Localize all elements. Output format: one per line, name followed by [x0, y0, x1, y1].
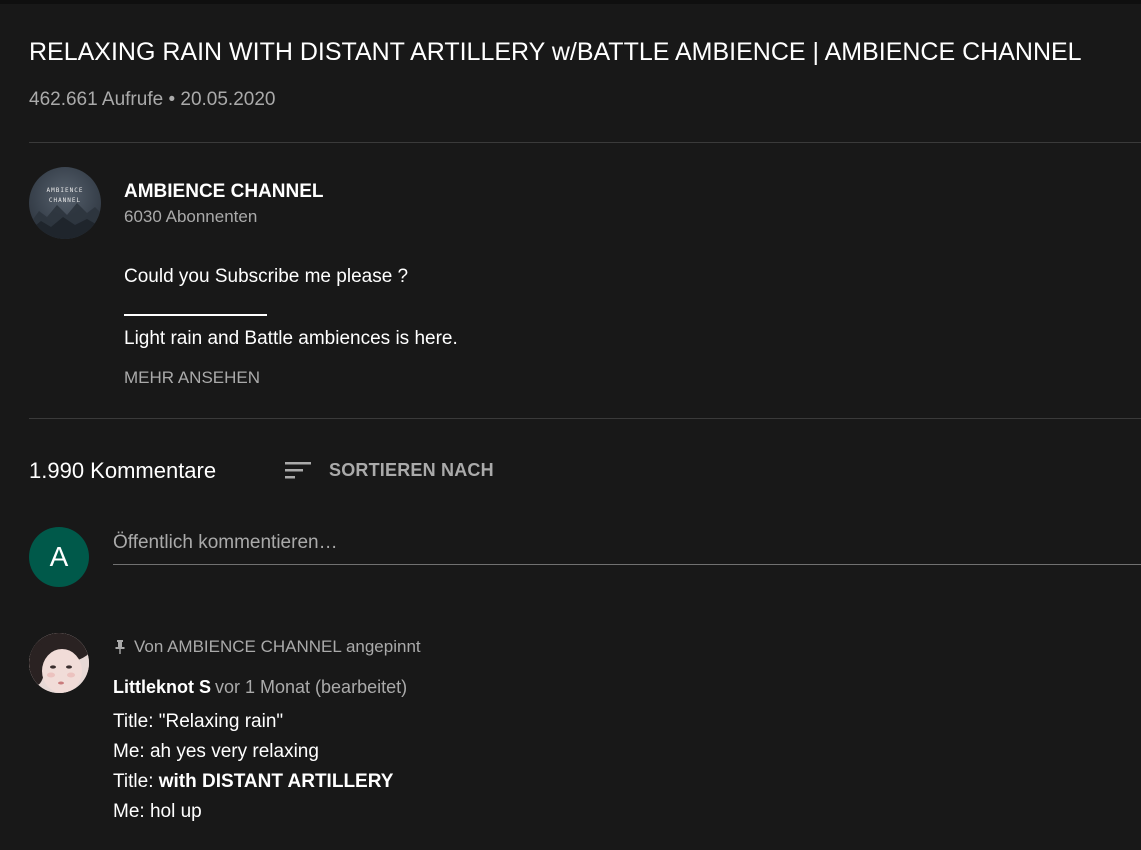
comment-line-3: Title: with DISTANT ARTILLERY: [113, 770, 393, 794]
sort-label: SORTIEREN NACH: [329, 459, 494, 480]
description-line-1: Could you Subscribe me please ?: [124, 266, 409, 287]
pin-icon: [113, 639, 127, 655]
comment-count: 1.990 Kommentare: [29, 458, 217, 483]
avatar-logo-text-1: AMBIENCE: [46, 187, 84, 194]
subscriber-count: 6030 Abonnenten: [124, 207, 258, 226]
sort-button[interactable]: SORTIEREN NACH: [282, 455, 494, 485]
divider-top: [29, 142, 1141, 143]
comment-line-3-bold: with DISTANT ARTILLERY: [158, 771, 394, 792]
commenter-avatar[interactable]: [29, 633, 89, 693]
pinned-label: Von AMBIENCE CHANNEL angepinnt: [134, 637, 421, 656]
commenter-photo: [29, 633, 89, 693]
sort-lines-icon: [282, 459, 312, 481]
channel-name[interactable]: AMBIENCE CHANNEL: [124, 180, 324, 204]
divider-bottom: [29, 418, 1141, 419]
show-more-button[interactable]: MEHR ANSEHEN: [124, 367, 260, 389]
description-separator: [124, 314, 267, 316]
comment-line-4: Me: hol up: [113, 801, 202, 822]
comment-line-2: Me: ah yes very relaxing: [113, 741, 319, 762]
description-line-2: Light rain and Battle ambiences is here.: [124, 328, 458, 349]
comment-timestamp[interactable]: vor 1 Monat (bearbeitet): [215, 677, 407, 697]
comment-line-1: Title: "Relaxing rain": [113, 711, 284, 732]
channel-avatar[interactable]: AMBIENCE CHANNEL: [29, 167, 101, 239]
comment-header: Littleknot Svor 1 Monat (bearbeitet): [113, 676, 407, 698]
video-meta: 462.661 Aufrufe • 20.05.2020: [29, 89, 276, 110]
comment-line-3-prefix: Title:: [113, 771, 159, 792]
top-bar: [0, 0, 1141, 4]
comment-input[interactable]: Öffentlich kommentieren…: [113, 530, 1141, 565]
avatar-logo-text-2: CHANNEL: [48, 197, 82, 204]
comment-author[interactable]: Littleknot S: [113, 677, 211, 697]
user-avatar: A: [29, 527, 89, 587]
video-title: RELAXING RAIN WITH DISTANT ARTILLERY w/B…: [29, 38, 1082, 66]
pinned-indicator: Von AMBIENCE CHANNEL angepinnt: [113, 637, 421, 657]
